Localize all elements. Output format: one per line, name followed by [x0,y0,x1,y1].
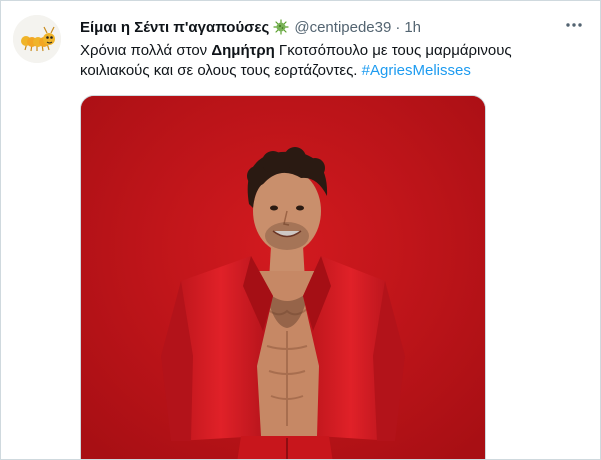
separator-dot: · [395,18,401,36]
tweet-photo[interactable] [80,95,486,459]
text-prefix: Χρόνια πολλά στον [80,42,212,59]
hashtag-link[interactable]: #AgriesMelisses [362,62,471,79]
user-handle[interactable]: @centipede39 [294,19,391,36]
tweet-text: Χρόνια πολλά στον Δημήτρη Γκοτσόπουλο με… [80,41,550,81]
timestamp[interactable]: 1h [404,19,421,36]
photo-man-in-red-suit [81,96,485,459]
display-name[interactable]: Είμαι η Σέντι π'αγαπούσες [80,19,269,36]
tweet-card[interactable]: Είμαι η Σέντι π'αγαπούσες @centipede39 ·… [0,0,601,460]
microbe-emoji-icon [273,19,289,35]
tweet-text-line-1: Χρόνια πολλά στον Δημήτρη Γκοτσόπουλο με… [80,41,550,61]
tweet-header: Είμαι η Σέντι π'αγαπούσες @centipede39 ·… [80,17,421,37]
more-horizontal-icon [566,23,582,27]
avatar[interactable] [13,15,61,63]
text-line-2: κοιλιακούς και σε ολους τους εορτάζοντες… [80,62,362,79]
more-options-button[interactable] [562,15,586,35]
centipede-avatar-icon [13,15,61,63]
bold-name: Δημήτρη [211,42,275,59]
text-suffix: Γκοτσόπουλο με τους μαρμάρινους [274,42,512,59]
tweet-text-line-2: κοιλιακούς και σε ολους τους εορτάζοντες… [80,61,550,81]
